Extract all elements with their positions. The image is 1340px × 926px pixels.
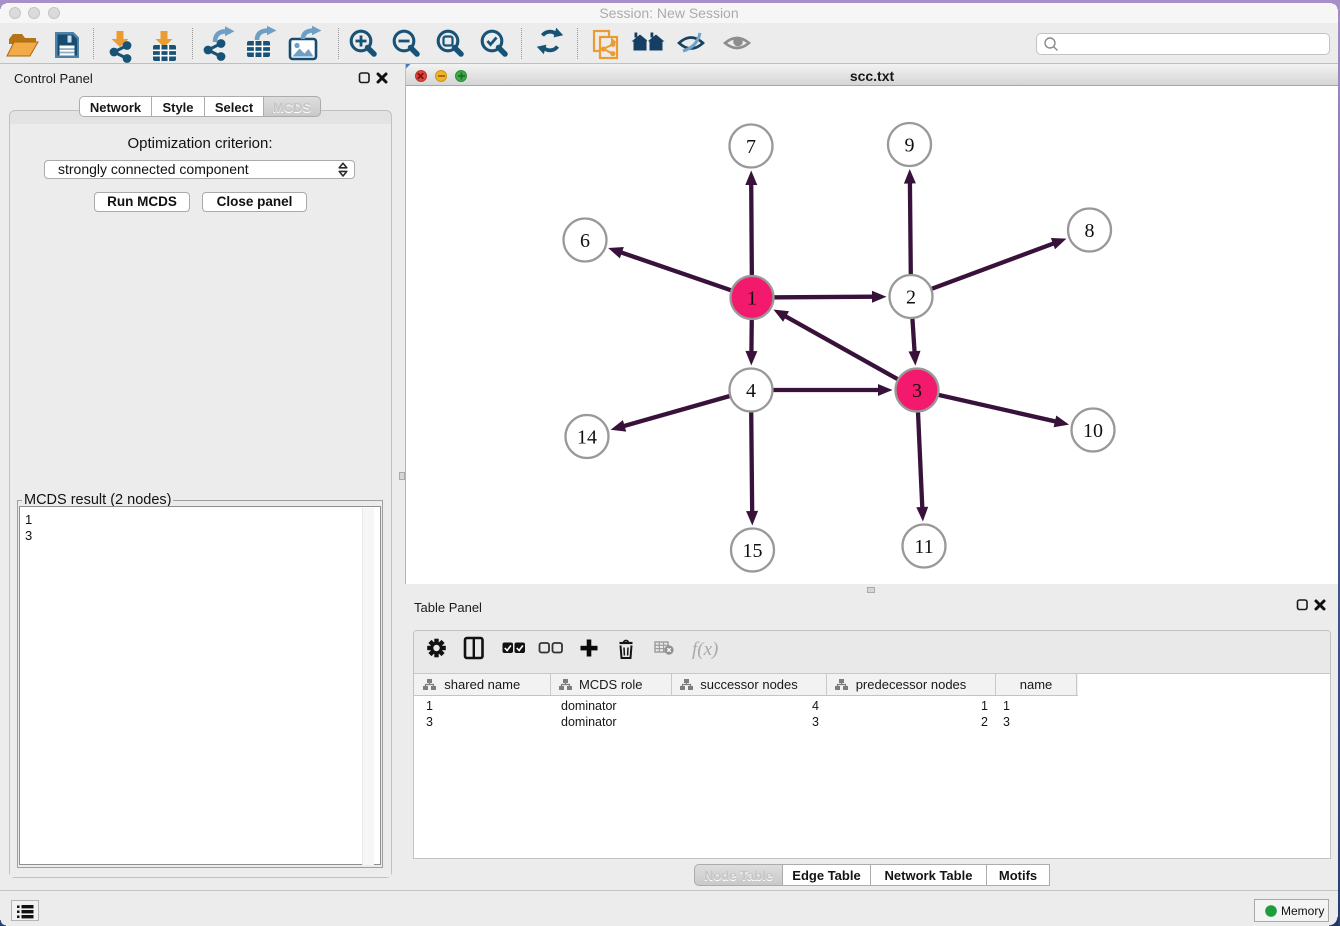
svg-text:6: 6 <box>580 230 590 252</box>
svg-text:4: 4 <box>746 380 756 402</box>
svg-text:10: 10 <box>1083 420 1103 442</box>
svg-text:15: 15 <box>743 540 763 562</box>
svg-text:14: 14 <box>577 427 597 449</box>
svg-text:7: 7 <box>746 136 756 158</box>
svg-text:11: 11 <box>914 536 933 558</box>
svg-text:3: 3 <box>912 380 922 402</box>
svg-text:9: 9 <box>905 135 915 157</box>
svg-text:f(x): f(x) <box>692 639 718 660</box>
svg-text:2: 2 <box>906 287 916 309</box>
svg-text:1: 1 <box>747 288 757 310</box>
svg-text:8: 8 <box>1085 220 1095 242</box>
